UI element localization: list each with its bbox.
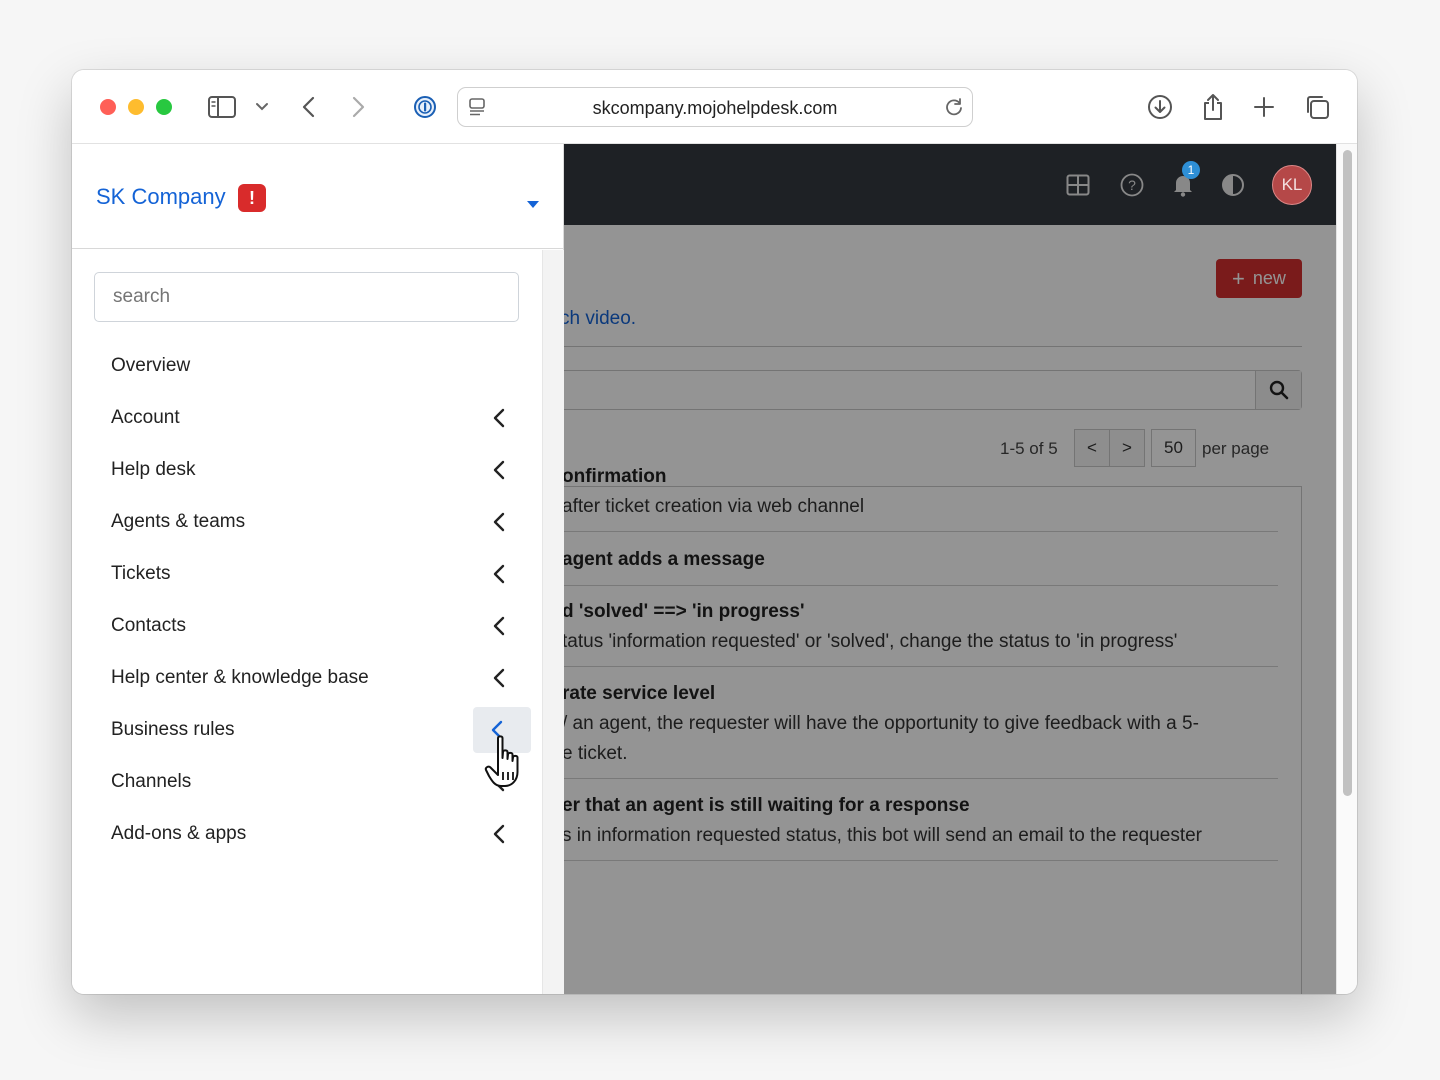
chevron-left-icon[interactable]	[485, 560, 513, 588]
chevron-down-icon[interactable]	[247, 92, 277, 122]
notification-count-badge: 1	[1182, 161, 1200, 179]
sidebar-item-account[interactable]: Account	[94, 394, 519, 442]
scrollbar-thumb[interactable]	[1343, 150, 1352, 796]
hand-cursor-icon	[484, 734, 536, 797]
sidebar-item-label: Tickets	[111, 563, 171, 584]
sidebar-toggle-icon[interactable]	[207, 92, 237, 122]
contrast-toggle-icon[interactable]	[1218, 170, 1248, 200]
sidebar-item-contacts[interactable]: Contacts	[94, 602, 519, 650]
chevron-left-icon[interactable]	[485, 820, 513, 848]
forward-icon[interactable]	[343, 92, 373, 122]
svg-text:?: ?	[1128, 177, 1136, 193]
sidebar-item-label: Business rules	[111, 719, 235, 740]
tab-overview-icon[interactable]	[1302, 92, 1332, 122]
url-text: skcompany.mojohelpdesk.com	[592, 98, 838, 118]
sidebar-item-business-rules[interactable]: Business rules	[94, 706, 531, 754]
sidebar-item-label: Overview	[111, 355, 191, 376]
reload-icon[interactable]	[944, 97, 964, 122]
sidebar-item-agents-and-teams[interactable]: Agents & teams	[94, 498, 519, 546]
chevron-left-icon[interactable]	[485, 664, 513, 692]
help-icon[interactable]: ?	[1117, 170, 1147, 200]
browser-window: skcompany.mojohelpdesk.com SK Company !	[72, 70, 1357, 994]
sidebar-header: SK Company !	[72, 144, 563, 249]
main-content: ? 1 KL + new ch video. 1-5 of 5 < > 50 p…	[564, 144, 1336, 994]
password-manager-icon[interactable]	[410, 92, 440, 122]
sidebar-item-overview[interactable]: Overview	[94, 342, 519, 390]
page-scrollbar[interactable]	[1336, 144, 1357, 994]
chevron-left-icon[interactable]	[485, 404, 513, 432]
chevron-left-icon[interactable]	[485, 612, 513, 640]
chevron-left-icon[interactable]	[485, 456, 513, 484]
app-topbar: ? 1 KL	[564, 144, 1336, 225]
sidebar-item-label: Add-ons & apps	[111, 823, 247, 844]
browser-toolbar: skcompany.mojohelpdesk.com	[72, 70, 1357, 144]
back-icon[interactable]	[294, 92, 324, 122]
download-icon[interactable]	[1145, 92, 1175, 122]
sidebar-item-label: Help desk	[111, 459, 196, 480]
sidebar-item-label: Account	[111, 407, 180, 428]
zoom-window-button[interactable]	[156, 99, 172, 115]
new-tab-icon[interactable]	[1249, 92, 1279, 122]
caret-down-icon[interactable]	[526, 196, 540, 214]
sidebar-item-label: Contacts	[111, 615, 186, 636]
sidebar-item-label: Help center & knowledge base	[111, 667, 369, 688]
address-bar[interactable]: skcompany.mojohelpdesk.com	[457, 87, 973, 127]
alert-badge[interactable]: !	[238, 184, 266, 212]
close-window-button[interactable]	[100, 99, 116, 115]
minimize-window-button[interactable]	[128, 99, 144, 115]
chevron-left-icon[interactable]	[485, 508, 513, 536]
settings-sidebar: SK Company ! Overview Account Help desk Age…	[72, 144, 564, 994]
sidebar-item-help-center-and-knowledge-base[interactable]: Help center & knowledge base	[94, 654, 519, 702]
sidebar-scrollbar[interactable]	[542, 250, 564, 994]
sidebar-item-tickets[interactable]: Tickets	[94, 550, 519, 598]
modal-backdrop[interactable]	[564, 225, 1336, 994]
sidebar-item-channels[interactable]: Channels	[94, 758, 519, 806]
sidebar-item-help-desk[interactable]: Help desk	[94, 446, 519, 494]
sidebar-search-input[interactable]	[94, 272, 519, 322]
share-icon[interactable]	[1198, 92, 1228, 122]
sidebar-item-label: Channels	[111, 771, 192, 792]
company-switcher[interactable]: SK Company	[96, 184, 226, 210]
apps-grid-icon[interactable]	[1063, 170, 1093, 200]
user-avatar[interactable]: KL	[1272, 165, 1312, 205]
sidebar-item-label: Agents & teams	[111, 511, 246, 532]
sidebar-item-add-ons-and-apps[interactable]: Add-ons & apps	[94, 810, 519, 858]
